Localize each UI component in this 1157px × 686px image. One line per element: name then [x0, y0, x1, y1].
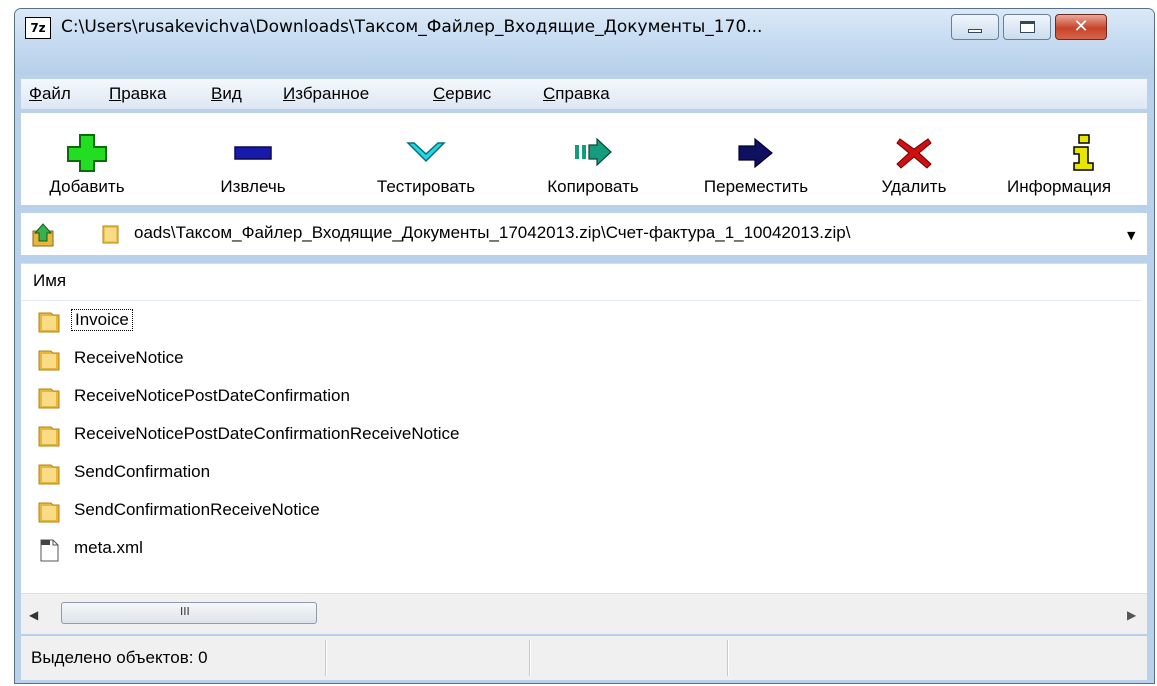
test-button[interactable]: Тестировать: [351, 113, 501, 205]
address-bar: oads\Таксом_Файлер_Входящие_Документы_17…: [21, 213, 1147, 255]
item-name: Invoice: [71, 309, 133, 331]
maximize-icon: [1020, 21, 1035, 33]
list-item[interactable]: meta.xml: [33, 536, 733, 564]
copy-button[interactable]: Копировать: [523, 113, 663, 205]
list-item[interactable]: ReceiveNoticePostDateConfirmation: [33, 384, 733, 412]
file-list[interactable]: Имя Invoice ReceiveNotice ReceiveNoticeP…: [21, 263, 1147, 634]
scroll-thumb[interactable]: III: [61, 602, 317, 624]
column-header: Имя: [21, 264, 1141, 301]
folder-icon: [38, 350, 60, 371]
title-bar[interactable]: 7z C:\Users\rusakevichva\Downloads\Таксо…: [15, 9, 1154, 75]
copy-label: Копировать: [547, 177, 639, 196]
maximize-button[interactable]: [1003, 14, 1051, 40]
minus-icon: [234, 146, 272, 160]
list-item[interactable]: ReceiveNoticePostDateConfirmationReceive…: [33, 422, 733, 450]
column-name-header[interactable]: Имя: [33, 271, 66, 291]
scroll-grip: III: [180, 605, 190, 618]
folder-icon: [38, 464, 60, 485]
move-button[interactable]: Переместить: [681, 113, 831, 205]
folder-icon: [38, 388, 60, 409]
extract-button[interactable]: Извлечь: [189, 113, 317, 205]
status-selected: Выделено объектов: 0: [31, 648, 208, 667]
menu-favorites[interactable]: Избранное: [283, 84, 369, 104]
item-name: ReceiveNoticePostDateConfirmation: [74, 386, 350, 405]
list-item[interactable]: SendConfirmation: [33, 460, 733, 488]
menu-tools[interactable]: Сервис: [433, 84, 491, 104]
scroll-left-icon[interactable]: ◀: [29, 608, 38, 622]
menu-file[interactable]: Файл: [29, 84, 71, 104]
folder-icon: [38, 426, 60, 447]
status-divider: [529, 640, 531, 676]
minimize-icon: [968, 29, 982, 33]
folder-icon: [38, 312, 60, 333]
address-field[interactable]: oads\Таксом_Файлер_Входящие_Документы_17…: [101, 219, 1135, 249]
info-icon: [1073, 134, 1094, 171]
app-window: 7z C:\Users\rusakevichva\Downloads\Таксо…: [14, 8, 1155, 684]
address-dropdown-icon[interactable]: ▼: [1127, 229, 1135, 242]
info-label: Информация: [1007, 177, 1112, 196]
delete-label: Удалить: [881, 177, 947, 196]
list-item[interactable]: Invoice: [33, 308, 733, 336]
info-button[interactable]: Информация: [991, 113, 1147, 205]
scroll-right-icon[interactable]: ▶: [1127, 608, 1136, 622]
arrow-right-icon: [738, 137, 773, 169]
folder-icon: [102, 225, 119, 244]
move-label: Переместить: [703, 177, 809, 196]
item-name: ReceiveNoticePostDateConfirmationReceive…: [74, 424, 460, 443]
list-item[interactable]: ReceiveNotice: [33, 346, 733, 374]
up-folder-icon[interactable]: [31, 221, 59, 249]
xml-file-icon: [40, 539, 59, 562]
item-name: meta.xml: [74, 538, 143, 557]
plus-icon: [67, 134, 107, 172]
add-button[interactable]: Добавить: [23, 113, 151, 205]
window-title: C:\Users\rusakevichva\Downloads\Таксом_Ф…: [61, 17, 763, 37]
folder-icon: [38, 502, 60, 523]
check-icon: [406, 142, 446, 163]
list-item[interactable]: SendConfirmationReceiveNotice: [33, 498, 733, 526]
toolbar: Добавить Извлечь Тестировать Копировать: [21, 113, 1147, 205]
delete-button[interactable]: Удалить: [859, 113, 969, 205]
menu-edit[interactable]: Правка: [109, 84, 166, 104]
item-name: SendConfirmation: [74, 462, 211, 481]
extract-label: Извлечь: [220, 177, 286, 196]
menu-help[interactable]: Справка: [543, 84, 610, 104]
address-path[interactable]: oads\Таксом_Файлер_Входящие_Документы_17…: [134, 223, 850, 243]
delete-x-icon: [896, 138, 932, 169]
minimize-button[interactable]: [951, 14, 999, 40]
status-bar: Выделено объектов: 0: [21, 635, 1147, 680]
item-name: ReceiveNotice: [74, 348, 184, 367]
horizontal-scrollbar[interactable]: ◀ III ▶: [21, 593, 1147, 634]
copy-arrow-icon: [575, 137, 612, 167]
status-divider: [325, 640, 327, 676]
add-label: Добавить: [49, 177, 125, 196]
menu-bar: Файл Правка Вид Избранное Сервис Справка: [21, 79, 1147, 109]
test-label: Тестировать: [376, 177, 476, 196]
status-divider: [727, 640, 729, 676]
close-icon: ✕: [1073, 16, 1089, 37]
7zip-app-icon[interactable]: 7z: [25, 17, 51, 39]
item-name: SendConfirmationReceiveNotice: [74, 500, 320, 519]
close-button[interactable]: ✕: [1055, 14, 1107, 40]
menu-view[interactable]: Вид: [211, 84, 242, 104]
